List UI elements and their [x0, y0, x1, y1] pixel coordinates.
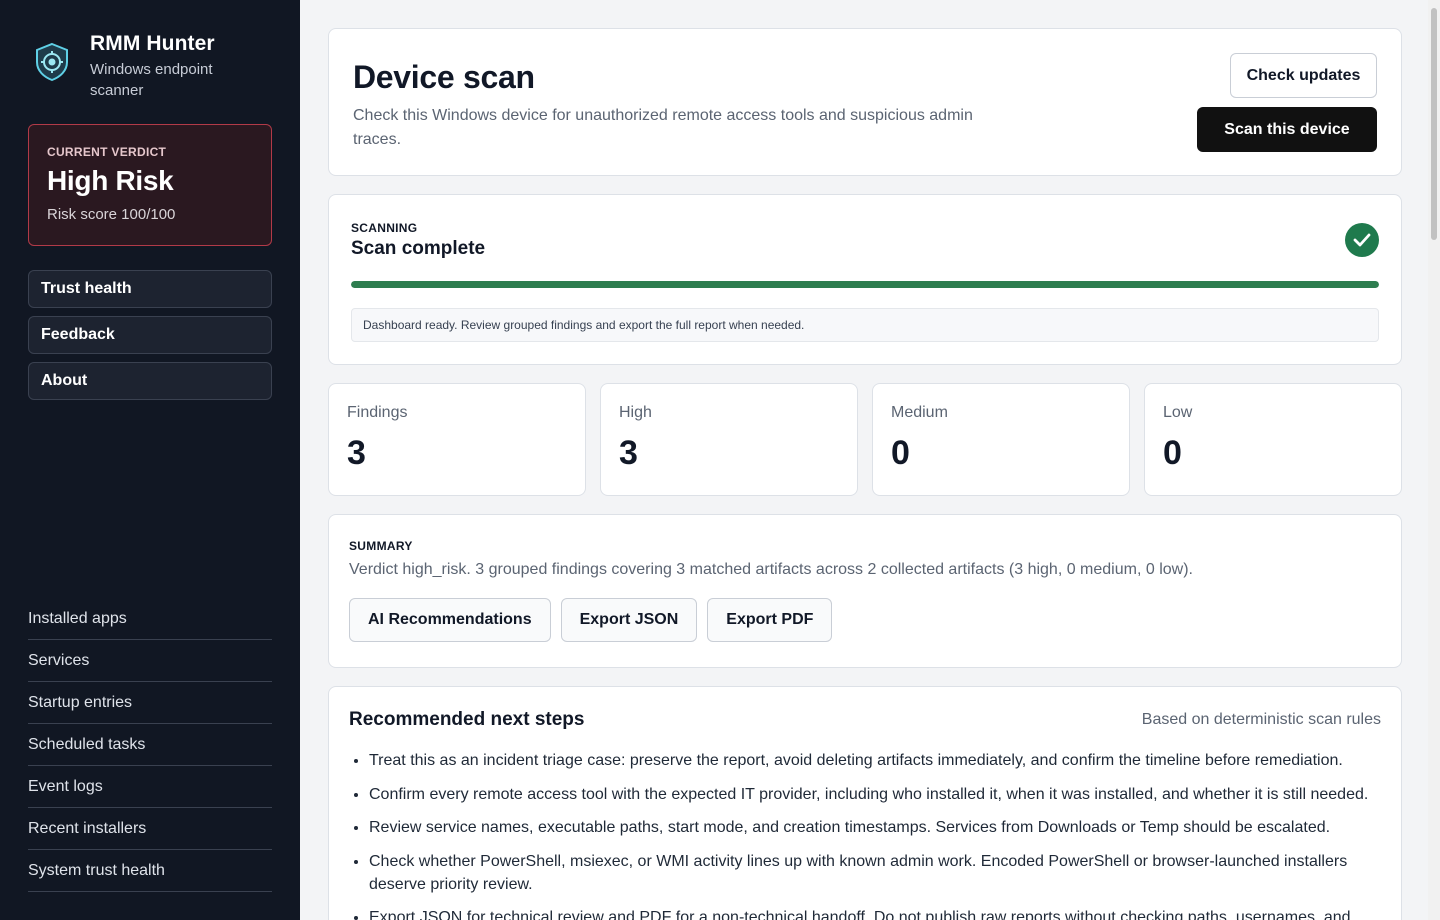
scan-label: SCANNING	[351, 221, 418, 235]
verdict-label: CURRENT VERDICT	[47, 145, 167, 159]
check-circle-icon	[1345, 223, 1379, 257]
shield-logo-icon	[36, 42, 68, 82]
stat-label: Medium	[891, 404, 948, 421]
section-links: Installed apps Services Startup entries …	[28, 598, 272, 892]
sidebar-item-services[interactable]: Services	[28, 640, 272, 682]
verdict-value: High Risk	[47, 165, 174, 196]
sidebar-item-scheduled-tasks[interactable]: Scheduled tasks	[28, 724, 272, 766]
next-steps-card: Recommended next steps Based on determin…	[328, 686, 1402, 920]
summary-card: SUMMARY Verdict high_risk. 3 grouped fin…	[328, 514, 1402, 668]
summary-label: SUMMARY	[349, 539, 413, 553]
export-json-button[interactable]: Export JSON	[560, 598, 698, 642]
list-item: Check whether PowerShell, msiexec, or WM…	[369, 850, 1381, 896]
app-title: RMM Hunter	[90, 32, 215, 55]
scan-message: Dashboard ready. Review grouped findings…	[351, 308, 1379, 342]
stat-value: 0	[1163, 434, 1182, 472]
stat-high: High 3	[600, 383, 858, 496]
export-pdf-button[interactable]: Export PDF	[707, 598, 833, 642]
scan-progress-fill	[351, 281, 1379, 288]
summary-actions: AI Recommendations Export JSON Export PD…	[349, 598, 1381, 642]
stat-label: Findings	[347, 404, 408, 421]
sidebar-item-installed-apps[interactable]: Installed apps	[28, 598, 272, 640]
stat-value: 3	[619, 434, 638, 472]
list-item: Treat this as an incident triage case: p…	[369, 749, 1381, 772]
trust-health-button[interactable]: Trust health	[28, 270, 272, 308]
page-description: Check this Windows device for unauthoriz…	[353, 107, 973, 148]
stat-medium: Medium 0	[872, 383, 1130, 496]
steps-list: Treat this as an incident triage case: p…	[349, 749, 1381, 920]
verdict-card: CURRENT VERDICT High Risk Risk score 100…	[28, 124, 272, 246]
stat-value: 0	[891, 434, 910, 472]
scan-status-card: SCANNING Scan complete Dashboard ready. …	[328, 194, 1402, 365]
stat-label: High	[619, 404, 652, 421]
list-item: Confirm every remote access tool with th…	[369, 783, 1381, 806]
summary-text: Verdict high_risk. 3 grouped findings co…	[349, 561, 1193, 578]
check-updates-button[interactable]: Check updates	[1230, 53, 1377, 98]
steps-source: Based on deterministic scan rules	[1141, 711, 1381, 728]
page-title: Device scan	[353, 59, 535, 95]
list-item: Export JSON for technical review and PDF…	[369, 906, 1381, 920]
scan-device-button[interactable]: Scan this device	[1197, 107, 1377, 152]
scan-progress-bar	[351, 281, 1379, 288]
sidebar-nav: Trust health Feedback About	[28, 270, 272, 408]
ai-recommendations-button[interactable]: AI Recommendations	[349, 598, 551, 642]
sidebar: RMM Hunter Windows endpoint scanner CURR…	[0, 0, 300, 920]
main-content: Device scan Check this Windows device fo…	[328, 28, 1402, 920]
sidebar-item-event-logs[interactable]: Event logs	[28, 766, 272, 808]
stats-row: Findings 3 High 3 Medium 0 Low 0	[328, 383, 1402, 496]
brand: RMM Hunter Windows endpoint scanner	[34, 32, 240, 101]
scrollbar-thumb[interactable]	[1431, 8, 1437, 240]
scan-status: Scan complete	[351, 238, 486, 259]
stat-value: 3	[347, 434, 366, 472]
sidebar-item-recent-installers[interactable]: Recent installers	[28, 808, 272, 850]
page-scrollbar[interactable]	[1428, 0, 1440, 920]
feedback-button[interactable]: Feedback	[28, 316, 272, 354]
stat-label: Low	[1163, 404, 1193, 421]
app-subtitle: Windows endpoint scanner	[90, 61, 213, 99]
sidebar-item-startup-entries[interactable]: Startup entries	[28, 682, 272, 724]
device-scan-header: Device scan Check this Windows device fo…	[328, 28, 1402, 176]
stat-findings: Findings 3	[328, 383, 586, 496]
risk-score: Risk score 100/100	[47, 206, 176, 223]
stat-low: Low 0	[1144, 383, 1402, 496]
sidebar-item-system-trust-health[interactable]: System trust health	[28, 850, 272, 892]
list-item: Review service names, executable paths, …	[369, 816, 1381, 839]
about-button[interactable]: About	[28, 362, 272, 400]
